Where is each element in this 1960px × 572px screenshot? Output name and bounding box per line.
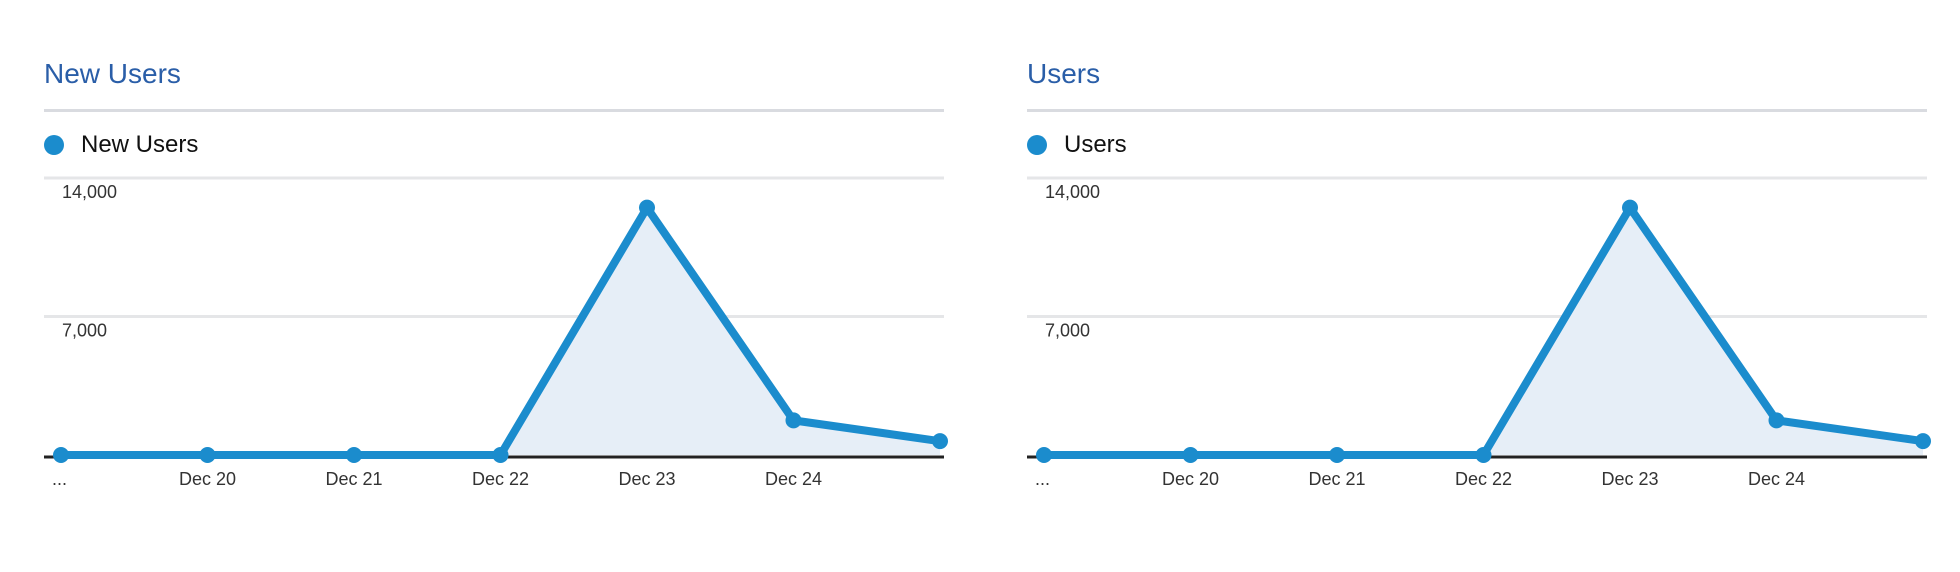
data-point [639, 199, 655, 216]
data-point [1475, 447, 1492, 463]
x-tick-label: Dec 24 [1748, 469, 1805, 489]
y-tick-label: 7,000 [62, 321, 107, 341]
new-users-chart-panel: New Users New Users 7,000 14,000... Dec 20… [44, 0, 948, 572]
series-area [61, 207, 940, 455]
data-point [932, 433, 948, 450]
series-line [61, 203, 941, 459]
x-tick-label: Dec 22 [472, 469, 529, 489]
data-point [1182, 447, 1199, 463]
y-tick-label: 7,000 [1045, 321, 1090, 341]
x-tick-label: Dec 20 [1162, 469, 1219, 489]
x-tick-label: ... [1035, 469, 1050, 489]
data-point [492, 447, 509, 463]
x-tick-label: Dec 23 [1601, 469, 1658, 489]
chart-legend[interactable]: Users [1027, 130, 1127, 160]
chart-title[interactable]: New Users [44, 58, 181, 90]
x-tick-label: Dec 22 [1455, 469, 1512, 489]
x-tick-label: Dec 21 [1308, 469, 1365, 489]
data-point [1329, 447, 1345, 463]
data-point [1622, 199, 1638, 216]
series-line [1044, 203, 1924, 459]
title-divider [44, 109, 944, 112]
data-point [1036, 447, 1052, 463]
y-tick-label: 14,000 [1045, 182, 1100, 202]
legend-dot-icon [1027, 135, 1047, 155]
data-point [785, 412, 802, 429]
data-point [346, 447, 362, 463]
chart-title[interactable]: Users [1027, 58, 1100, 90]
x-tick-label: Dec 23 [618, 469, 675, 489]
data-point [199, 447, 216, 463]
users-chart-panel: Users Users 7,000 14,000... Dec 20 Dec 21 De… [1027, 0, 1931, 572]
data-point [53, 447, 69, 463]
data-point [1768, 412, 1785, 429]
x-tick-label: Dec 24 [765, 469, 822, 489]
legend-label: New Users [81, 131, 199, 158]
chart-plot: 7,000 14,000... Dec 20 Dec 21 Dec 22 Dec 23 De… [44, 176, 948, 489]
legend-dot-icon [44, 135, 64, 155]
chart-legend[interactable]: New Users [44, 130, 198, 160]
legend-label: Users [1064, 131, 1127, 158]
series-area [1044, 207, 1923, 455]
x-tick-label: ... [52, 469, 67, 489]
title-divider [1027, 109, 1927, 112]
y-tick-label: 14,000 [62, 182, 117, 202]
x-tick-label: Dec 21 [325, 469, 382, 489]
x-tick-label: Dec 20 [179, 469, 236, 489]
data-point [1915, 433, 1931, 450]
chart-plot: 7,000 14,000... Dec 20 Dec 21 Dec 22 Dec 23 De… [1027, 176, 1931, 489]
